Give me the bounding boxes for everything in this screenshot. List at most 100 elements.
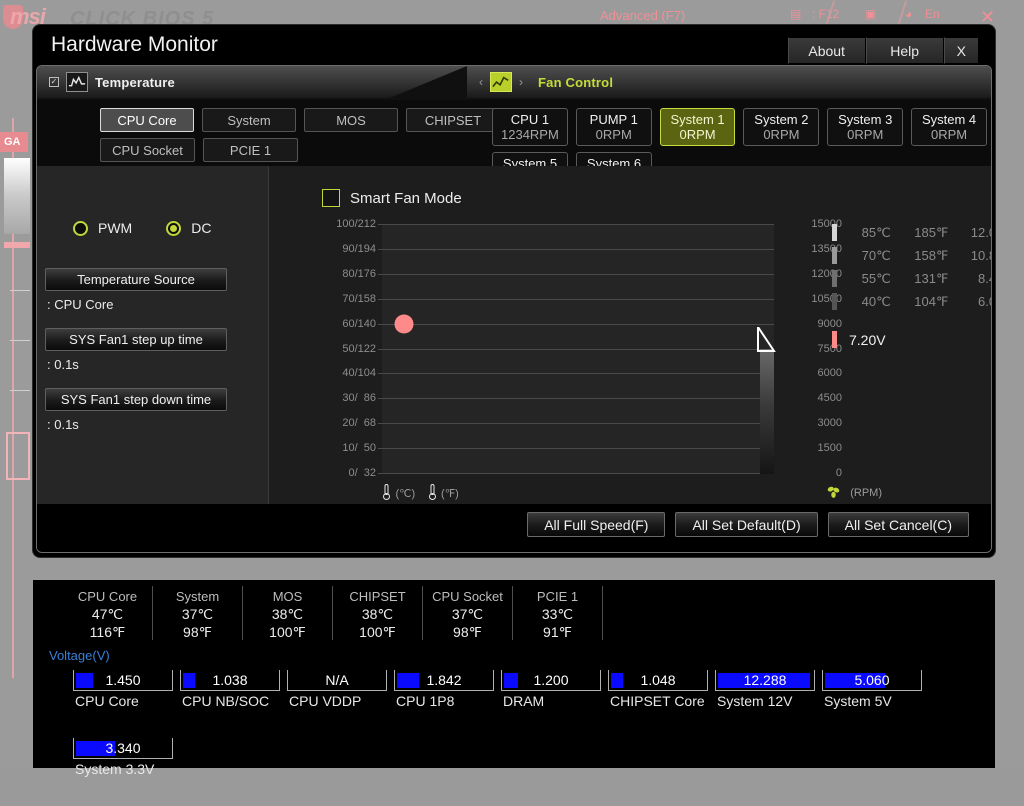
legend-fahrenheit: 104℉ [903, 294, 949, 310]
fan-icon [826, 484, 841, 502]
screenshot-hotkey-label: : F12 [812, 7, 839, 21]
legend-fahrenheit: 185℉ [903, 225, 949, 241]
voltage-item: N/ACPU VDDP [287, 670, 394, 716]
fan-tab-name: System 4 [922, 112, 976, 127]
language-label: En [925, 7, 940, 21]
temperature-fahrenheit: 116℉ [90, 623, 126, 641]
voltage-value: 1.048 [609, 670, 707, 690]
voltage-value: 5.060 [823, 670, 921, 690]
chart-gridline [382, 324, 774, 325]
fan-mode-radio-group: PWM DC [73, 220, 211, 236]
chart-gridline [382, 249, 774, 250]
fan-tab-system-4[interactable]: System 4 0RPM [911, 108, 987, 146]
chart-y-right-tick-label: 0 [800, 467, 842, 479]
legend-fahrenheit: 131℉ [903, 271, 949, 287]
voltage-section-title: Voltage(V) [49, 648, 110, 663]
window-buttons: About Help X [788, 37, 979, 64]
chart-unit-axis: (℃) (℉) [382, 484, 882, 504]
decor-highlight-box [6, 432, 30, 480]
chart-gridline [382, 473, 774, 474]
voltage-value: N/A [288, 670, 386, 690]
chart-y-left-tick-label: 20/ 68 [322, 417, 376, 429]
chart-tick [378, 398, 382, 399]
temperature-cell: CPU Socket37℃98℉ [423, 586, 513, 640]
smart-fan-mode-checkbox[interactable] [322, 189, 340, 207]
fan-tab-rpm: 0RPM [931, 127, 967, 142]
temperature-fahrenheit: 91℉ [543, 623, 572, 641]
temperature-fahrenheit: 100℉ [269, 623, 306, 641]
chart-tick [378, 324, 382, 325]
legend-voltage: 6.00V [960, 294, 992, 309]
rpm-unit-label: (RPM) [850, 487, 882, 499]
all-full-speed-button[interactable]: All Full Speed(F) [527, 512, 665, 537]
fan-speed-slider-thumb[interactable] [754, 327, 776, 362]
fan-settings-pane: PWM DC Temperature Source : CPU Core SYS… [37, 166, 269, 506]
legend-fahrenheit: 158℉ [903, 248, 949, 264]
fan-speed-slider[interactable] [760, 349, 774, 474]
temperature-section-header: ✓ Temperature [37, 66, 467, 98]
temp-tab-chipset[interactable]: CHIPSET [406, 108, 500, 132]
step-up-time-button[interactable]: SYS Fan1 step up time [45, 328, 227, 351]
temperature-celsius: 38℃ [272, 605, 303, 623]
decor-list-item-1 [10, 290, 30, 326]
help-button[interactable]: Help [866, 37, 944, 64]
temperature-sensor-name: CPU Socket [432, 588, 503, 605]
fan-curve-pane: Smart Fan Mode 100/2121500090/1941350080… [270, 166, 991, 506]
fan-tab-row-1: CPU 1 1234RPM PUMP 1 0RPM System 1 0RPM … [492, 108, 987, 146]
voltage-row: 3.340System 3.3V [73, 738, 929, 784]
dc-radio[interactable] [166, 221, 181, 236]
chart-y-left-tick-label: 90/194 [322, 243, 376, 255]
fan-tab-pump-1[interactable]: PUMP 1 0RPM [576, 108, 652, 146]
temperature-cell: CPU Core47℃116℉ [63, 586, 153, 640]
chart-y-right-tick-label: 3000 [800, 417, 842, 429]
fan-control-section-title: Fan Control [538, 75, 613, 90]
chart-gridline [382, 274, 774, 275]
prev-section-icon[interactable]: ‹ [479, 75, 483, 89]
all-set-default-button[interactable]: All Set Default(D) [675, 512, 817, 537]
pwm-radio[interactable] [73, 221, 88, 236]
fan-tab-name: CPU 1 [511, 112, 549, 127]
chart-tick [378, 373, 382, 374]
step-down-time-button[interactable]: SYS Fan1 step down time [45, 388, 227, 411]
voltage-readout-strip: Voltage(V) 1.450CPU Core1.038CPU NB/SOCN… [33, 646, 995, 768]
fan-curve-point[interactable] [395, 315, 414, 334]
all-set-cancel-button[interactable]: All Set Cancel(C) [828, 512, 969, 537]
voltage-gauge: 1.842 [394, 670, 494, 691]
temperature-tab-group: CPU Core System MOS CHIPSET CPU Socket P… [100, 108, 500, 168]
temperature-source-button[interactable]: Temperature Source [45, 268, 227, 291]
temperature-fahrenheit: 98℉ [183, 623, 212, 641]
temperature-celsius: 38℃ [362, 605, 393, 623]
fan-tab-system-2[interactable]: System 2 0RPM [743, 108, 819, 146]
voltage-item: 1.450CPU Core [73, 670, 180, 716]
fan-tab-system-1[interactable]: System 1 0RPM [660, 108, 736, 146]
monitor-inner-panel: ✓ Temperature ‹ › Fan Control [36, 65, 992, 553]
temp-tab-system[interactable]: System [202, 108, 296, 132]
temperature-fahrenheit: 98℉ [453, 623, 482, 641]
temp-tab-mos[interactable]: MOS [304, 108, 398, 132]
chart-gridline [382, 373, 774, 374]
chart-gridline [382, 423, 774, 424]
fan-curve-chart[interactable]: 100/2121500090/1941350080/1761200070/158… [382, 224, 774, 474]
temperature-sensor-name: PCIE 1 [537, 588, 578, 605]
collapse-icon[interactable]: ✓ [49, 77, 59, 87]
temperature-sensor-name: System [176, 588, 219, 605]
about-button[interactable]: About [788, 37, 866, 64]
voltage-gauge: 1.048 [608, 670, 708, 691]
fan-tab-system-3[interactable]: System 3 0RPM [827, 108, 903, 146]
chart-tick [378, 299, 382, 300]
fan-tab-cpu-1[interactable]: CPU 1 1234RPM [492, 108, 568, 146]
next-section-icon[interactable]: › [519, 75, 523, 89]
fan-tab-name: System 2 [754, 112, 808, 127]
voltage-value: 1.450 [74, 670, 172, 690]
close-button[interactable]: X [944, 37, 979, 64]
temp-tab-cpu-socket[interactable]: CPU Socket [100, 138, 195, 162]
tabs-area: CPU Core System MOS CHIPSET CPU Socket P… [37, 100, 991, 166]
temp-tab-cpu-core[interactable]: CPU Core [100, 108, 194, 132]
chart-tick [378, 473, 382, 474]
voltage-value: 12.288 [716, 670, 814, 690]
chart-y-right-tick-label: 1500 [800, 442, 842, 454]
legend-swatch [832, 247, 837, 264]
chart-y-left-tick-label: 70/158 [322, 293, 376, 305]
temperature-celsius: 47℃ [92, 605, 123, 623]
temp-tab-pcie-1[interactable]: PCIE 1 [203, 138, 298, 162]
